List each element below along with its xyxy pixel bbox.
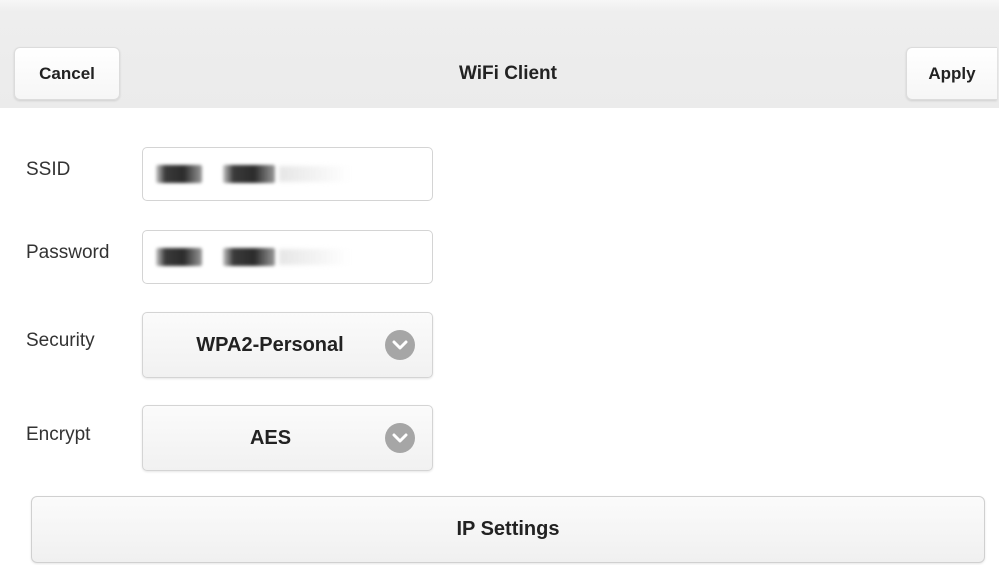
page-title: WiFi Client [459,62,557,84]
ssid-label: SSID [26,159,71,180]
ssid-input[interactable] [142,147,433,201]
redacted-fade [279,249,349,265]
redacted-text [156,165,202,183]
redacted-text [223,165,275,183]
redacted-text [156,248,202,266]
ip-settings-button[interactable]: IP Settings [31,496,985,563]
encrypt-value: AES [249,426,292,449]
security-select[interactable]: WPA2-Personal [142,312,433,378]
encrypt-label: Encrypt [26,424,91,445]
cancel-button[interactable]: Cancel [14,47,120,100]
security-label: Security [26,330,95,351]
redacted-fade [279,166,349,182]
wifi-client-screen: Cancel WiFi Client Apply SSID Password S… [0,0,999,565]
redacted-text [223,248,275,266]
password-label: Password [26,242,110,263]
password-input[interactable] [142,230,433,284]
chevron-down-icon [385,423,415,453]
security-value: WPA2-Personal [196,333,344,356]
encrypt-select[interactable]: AES [142,405,433,471]
header-bar: Cancel WiFi Client Apply [0,0,999,108]
chevron-down-icon [385,330,415,360]
apply-button[interactable]: Apply [906,47,997,100]
